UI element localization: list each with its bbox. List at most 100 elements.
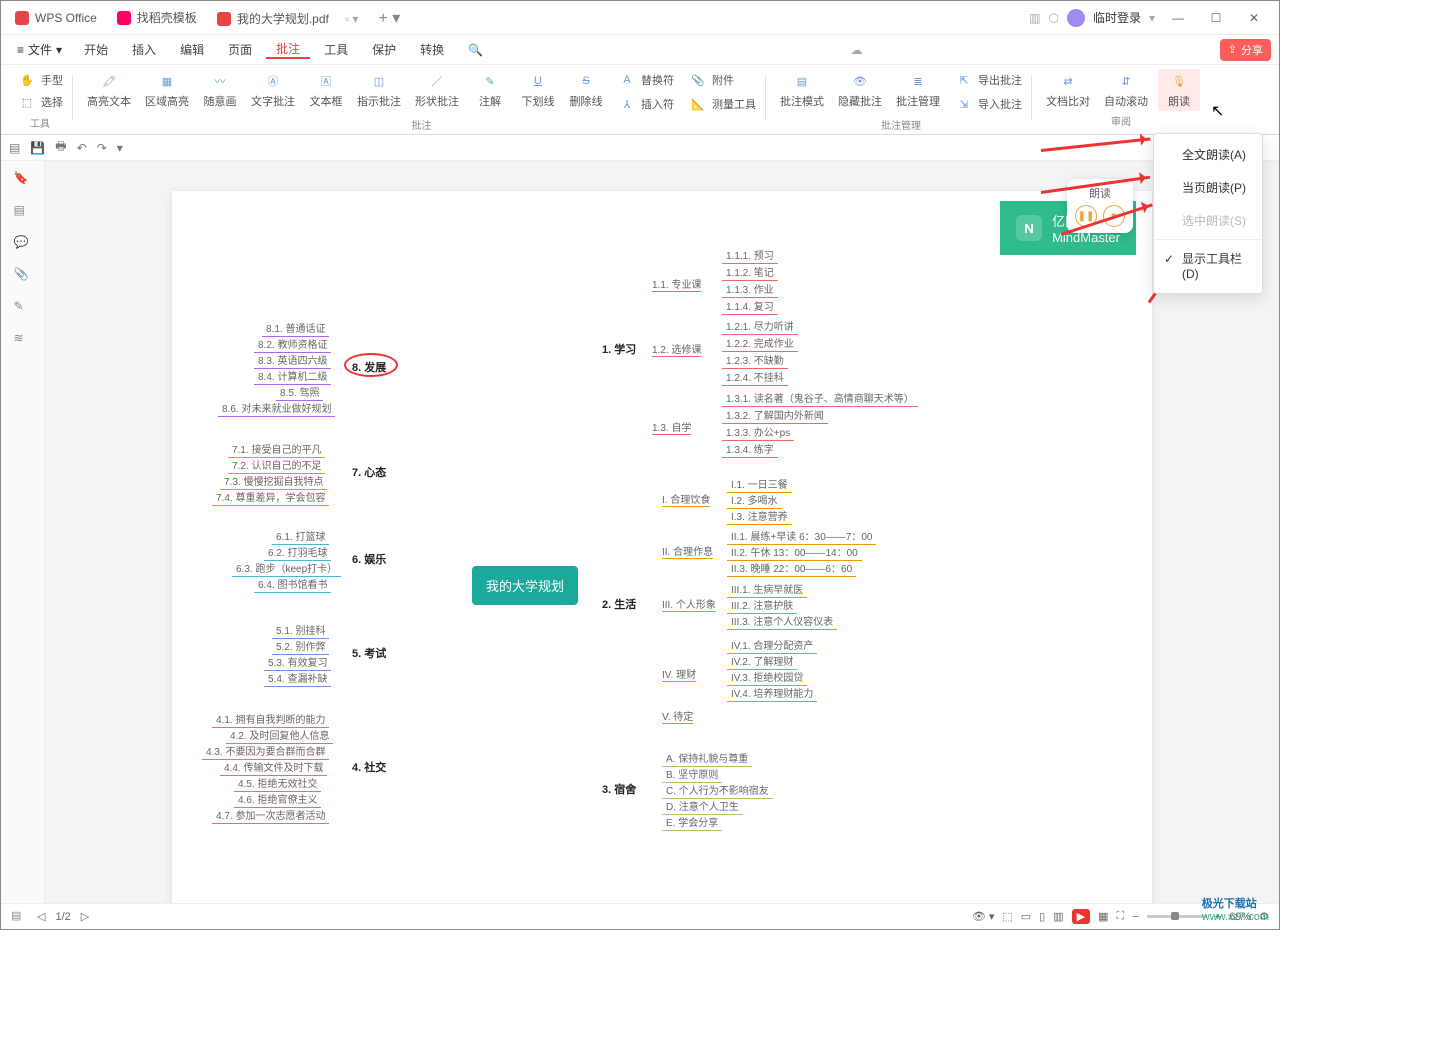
undo-icon[interactable]: ↶	[77, 141, 87, 155]
print-icon[interactable]: 🖶	[55, 137, 66, 158]
crop-icon[interactable]: ⬚	[1002, 910, 1012, 923]
wps-icon	[15, 11, 29, 25]
hand-tool[interactable]: ✋手型	[13, 69, 67, 91]
freeform-button[interactable]: 〰随意画	[199, 69, 241, 115]
attachment-button[interactable]: 📎附件	[684, 69, 760, 91]
bookmark-icon[interactable]: 🔖	[14, 171, 32, 189]
page-indicator[interactable]: 1/2	[55, 911, 70, 923]
signature-icon[interactable]: ✎	[14, 299, 32, 317]
presentation-icon[interactable]: ⛶	[1117, 910, 1125, 923]
menu-start[interactable]: 开始	[74, 41, 118, 58]
comment-icon[interactable]: 💬	[14, 235, 32, 253]
menu-annotate[interactable]: 批注	[266, 40, 310, 59]
file-menu[interactable]: ≡ 文件 ▾	[9, 41, 70, 58]
export-annot-button[interactable]: ⇱导出批注	[950, 69, 1026, 91]
read-full-item[interactable]: 全文朗读(A)	[1154, 138, 1262, 171]
play-icon[interactable]: ▶	[1072, 909, 1090, 924]
zoom-slider[interactable]	[1147, 915, 1207, 918]
sub-1-1: 1.1. 专业课	[652, 276, 701, 292]
menu-edit[interactable]: 编辑	[170, 41, 214, 58]
shape-annot-button[interactable]: ／形状批注	[411, 69, 463, 115]
underline-button[interactable]: U下划线	[517, 69, 559, 115]
app-name: WPS Office	[35, 11, 97, 25]
thumbnails-icon[interactable]: ▤	[11, 909, 27, 925]
branch-2: 2. 生活	[602, 596, 636, 612]
read-page-item[interactable]: 当页朗读(P)	[1154, 171, 1262, 204]
template-icon	[117, 11, 131, 25]
manage-annot-button[interactable]: ≣批注管理	[892, 69, 944, 115]
menu-page[interactable]: 页面	[218, 41, 262, 58]
compare-button[interactable]: ⇄文档比对	[1042, 69, 1094, 111]
share-button[interactable]: ⇪ 分享	[1220, 39, 1271, 61]
single-page-icon[interactable]: ▯	[1039, 910, 1045, 923]
continuous-icon[interactable]: ▥	[1053, 910, 1063, 923]
redo-icon[interactable]: ↷	[97, 141, 107, 155]
pdf-icon	[217, 12, 231, 26]
read-dropdown: 全文朗读(A) 当页朗读(P) 选中朗读(S) ✓显示工具栏(D)	[1153, 133, 1263, 294]
cloud-icon[interactable]: ☁	[850, 43, 862, 57]
replace-sym-button[interactable]: Ạ替换符	[613, 69, 678, 91]
attachment-icon[interactable]: 📎	[14, 267, 32, 285]
add-tab-button[interactable]: + ▾	[368, 8, 410, 28]
area-highlight-button[interactable]: ▦区域高亮	[141, 69, 193, 115]
mindmap-center: 我的大学规划	[472, 566, 578, 605]
menu-tools[interactable]: 工具	[314, 41, 358, 58]
strike-button[interactable]: S删除线	[565, 69, 607, 115]
menu-protect[interactable]: 保护	[362, 41, 406, 58]
quick-toolbar: ▤ 💾 🖶 ↶ ↷ ▾	[1, 135, 1279, 161]
minimize-button[interactable]: —	[1163, 11, 1193, 25]
avatar[interactable]	[1067, 9, 1085, 27]
fit-width-icon[interactable]: ▭	[1021, 910, 1031, 923]
highlight-text-button[interactable]: 🖍高亮文本	[83, 69, 135, 115]
app-tab[interactable]: WPS Office	[5, 1, 107, 34]
panel-icon[interactable]: ▥	[1029, 11, 1040, 25]
tab-label: 找稻壳模板	[137, 9, 197, 26]
status-bar: ▤ ◁ 1/2 ▷ 👁 ▾ ⬚ ▭ ▯ ▥ ▶ ▦ ⛶ − + 69% ⚙	[1, 903, 1279, 929]
measure-button[interactable]: 📐测量工具	[684, 93, 760, 115]
sub-1-3: 1.3. 自学	[652, 419, 691, 435]
read-aloud-button[interactable]: 🎙朗读	[1158, 69, 1200, 111]
show-toolbar-item[interactable]: ✓显示工具栏(D)	[1154, 242, 1262, 289]
import-annot-button[interactable]: ⇲导入批注	[950, 93, 1026, 115]
hide-annot-button[interactable]: 👁隐藏批注	[834, 69, 886, 115]
menu-insert[interactable]: 插入	[122, 41, 166, 58]
branch-7: 7. 心态	[352, 464, 386, 480]
callout-button[interactable]: ◫指示批注	[353, 69, 405, 115]
login-label[interactable]: 临时登录	[1093, 9, 1141, 26]
select-tool[interactable]: ⬚选择	[13, 91, 67, 113]
tab-overflow-icon[interactable]: ▫ ▾	[345, 12, 359, 26]
sub-1-2: 1.2. 选修课	[652, 341, 701, 357]
menu-convert[interactable]: 转换	[410, 41, 454, 58]
leaf: 1.3.3. 办公+ps	[722, 423, 794, 441]
branch-5: 5. 考试	[352, 645, 386, 661]
view-eye-icon[interactable]: 👁 ▾	[972, 910, 995, 923]
menu-search-icon[interactable]: 🔍	[458, 43, 493, 57]
textbox-button[interactable]: 🄰文本框	[305, 69, 347, 115]
watermark: 极光下载站 www.xz7.com	[1202, 895, 1269, 923]
read-selection-item[interactable]: 选中朗读(S)	[1154, 204, 1262, 237]
thumbnails-icon[interactable]: ▤	[9, 141, 20, 155]
close-button[interactable]: ✕	[1239, 11, 1269, 25]
more-icon[interactable]: ▾	[117, 141, 123, 155]
insert-sym-button[interactable]: ⅄插入符	[613, 93, 678, 115]
tab-label: 我的大学规划.pdf	[237, 10, 329, 27]
templates-tab[interactable]: 找稻壳模板	[107, 1, 207, 34]
maximize-button[interactable]: ☐	[1201, 11, 1231, 25]
annot-mode-button[interactable]: ▤批注模式	[776, 69, 828, 115]
autoscroll-button[interactable]: ⇵自动滚动	[1100, 69, 1152, 111]
outline-icon[interactable]: ▤	[14, 203, 32, 221]
title-bar: WPS Office 找稻壳模板 我的大学规划.pdf ▫ ▾ + ▾ ▥ ⬡ …	[1, 1, 1279, 35]
cube-icon[interactable]: ⬡	[1048, 11, 1058, 25]
document-canvas[interactable]: N 亿图脑图MindMaster 我的大学规划 1. 学习 1.1. 专业课 1…	[45, 161, 1279, 903]
text-annot-button[interactable]: Ⓐ文字批注	[247, 69, 299, 115]
leaf: 1.2.2. 完成作业	[722, 334, 798, 352]
layout-icon[interactable]: ▦	[1098, 910, 1108, 923]
zoom-out-button[interactable]: −	[1132, 911, 1138, 923]
document-tab[interactable]: 我的大学规划.pdf ▫ ▾	[207, 1, 369, 34]
layers-icon[interactable]: ≋	[14, 331, 32, 349]
leaf: 1.2.1. 尽力听讲	[722, 317, 798, 335]
note-button[interactable]: ✎注解	[469, 69, 511, 115]
leaf: E. 学会分享	[662, 813, 722, 831]
group-label: 批注	[412, 115, 432, 134]
save-icon[interactable]: 💾	[30, 141, 45, 155]
